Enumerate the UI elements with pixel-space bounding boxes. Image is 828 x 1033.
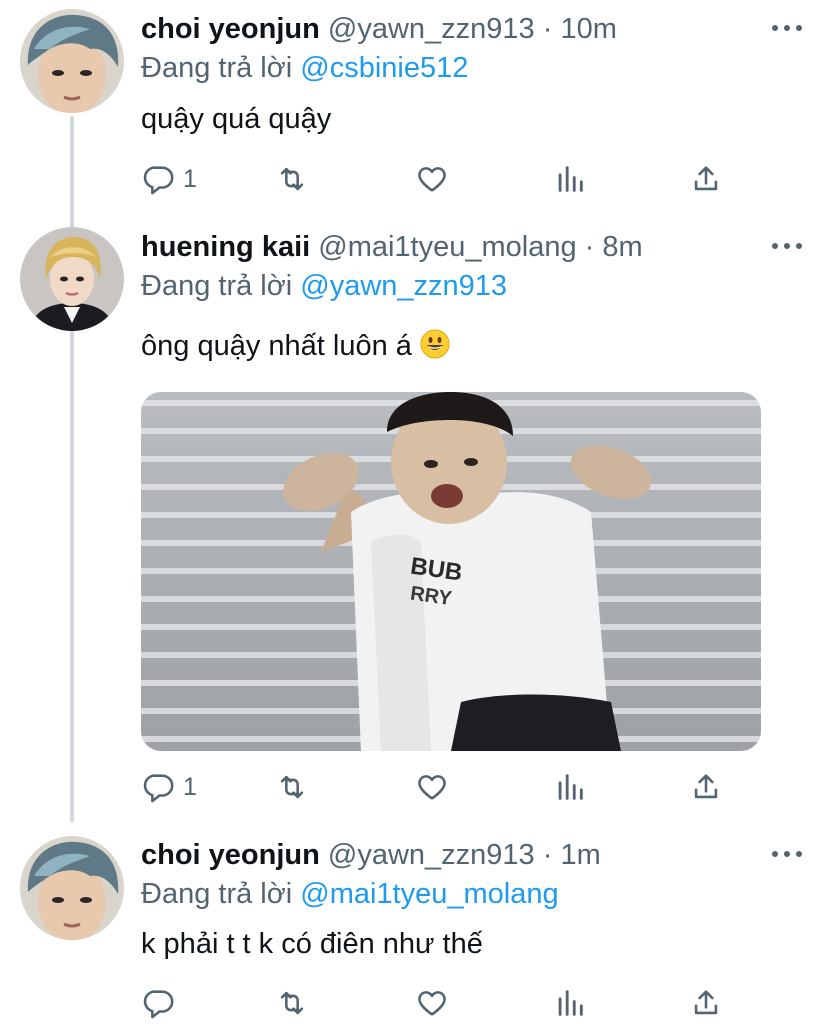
- like-icon: [418, 775, 446, 800]
- timestamp[interactable]: 1m: [560, 839, 600, 871]
- user-handle[interactable]: @yawn_zzn913: [328, 839, 535, 871]
- share-icon: [694, 166, 718, 191]
- share-button[interactable]: [689, 767, 723, 807]
- tweet-header: choi yeonjun @yawn_zzn913 · 1m: [141, 837, 601, 873]
- thread-line: [70, 116, 74, 822]
- share-icon: [694, 774, 718, 799]
- tweet-actions: [141, 983, 781, 1023]
- reply-button[interactable]: 1: [141, 159, 197, 199]
- retweet-button[interactable]: [275, 159, 309, 199]
- stats-icon: [558, 774, 583, 800]
- reply-count: 1: [183, 772, 197, 801]
- retweet-icon: [280, 775, 304, 799]
- stats-button[interactable]: [553, 767, 587, 807]
- tweet-text: ông quậy nhất luôn á: [141, 330, 412, 362]
- user-handle[interactable]: @yawn_zzn913: [328, 13, 535, 45]
- tweet-text-container: ông quậy nhất luôn á: [141, 328, 450, 364]
- retweet-icon: [280, 167, 304, 191]
- stats-icon: [558, 990, 583, 1016]
- grinning-face-emoji: [420, 329, 450, 359]
- tweet-actions: 1: [141, 159, 781, 199]
- replying-to: Đang trả lời @yawn_zzn913: [141, 268, 507, 304]
- stats-button[interactable]: [553, 983, 587, 1023]
- like-button[interactable]: [415, 983, 449, 1023]
- tweet-text: quậy quá quậy: [141, 103, 332, 135]
- more-icon[interactable]: [770, 20, 804, 36]
- timestamp[interactable]: 10m: [560, 13, 616, 45]
- tweet-actions: 1: [141, 767, 781, 807]
- replying-to: Đang trả lời @mai1tyeu_molang: [141, 876, 559, 912]
- like-button[interactable]: [415, 159, 449, 199]
- separator-dot: ·: [542, 839, 553, 871]
- reply-prefix: Đang trả lời: [141, 270, 293, 302]
- mention-link[interactable]: @mai1tyeu_molang: [300, 878, 558, 910]
- share-button[interactable]: [689, 159, 723, 199]
- reply-icon: [143, 166, 174, 195]
- more-icon[interactable]: [770, 846, 804, 862]
- reply-count: 1: [183, 164, 197, 193]
- avatar-image: [20, 227, 124, 331]
- reply-prefix: Đang trả lời: [141, 878, 293, 910]
- stats-button[interactable]: [553, 159, 587, 199]
- stats-icon: [558, 166, 583, 192]
- media-photo: BUB RRY: [141, 392, 761, 751]
- separator-dot: ·: [584, 231, 595, 263]
- separator-dot: ·: [542, 13, 553, 45]
- tweet-header: huening kaii @mai1tyeu_molang · 8m: [141, 229, 643, 265]
- mention-link[interactable]: @yawn_zzn913: [300, 270, 507, 302]
- reply-button[interactable]: [141, 983, 183, 1023]
- avatar-image: [20, 836, 124, 940]
- display-name[interactable]: huening kaii: [141, 231, 310, 263]
- timestamp[interactable]: 8m: [602, 231, 642, 263]
- reply-icon: [143, 990, 174, 1019]
- reply-button[interactable]: 1: [141, 767, 197, 807]
- avatar-image: [20, 9, 124, 113]
- share-icon: [694, 990, 718, 1015]
- like-icon: [418, 991, 446, 1016]
- retweet-button[interactable]: [275, 767, 309, 807]
- mention-link[interactable]: @csbinie512: [300, 52, 468, 84]
- avatar[interactable]: [20, 227, 124, 331]
- tweet-media-image[interactable]: BUB RRY: [141, 392, 761, 751]
- retweet-button[interactable]: [275, 983, 309, 1023]
- user-handle[interactable]: @mai1tyeu_molang: [318, 231, 576, 263]
- more-icon[interactable]: [770, 238, 804, 254]
- tweet-header: choi yeonjun @yawn_zzn913 · 10m: [141, 11, 617, 47]
- reply-icon: [143, 774, 174, 803]
- display-name[interactable]: choi yeonjun: [141, 839, 320, 871]
- reply-prefix: Đang trả lời: [141, 52, 293, 84]
- tweet-text: k phải t t k có điên như thế: [141, 928, 483, 960]
- like-icon: [418, 167, 446, 192]
- avatar[interactable]: [20, 9, 124, 113]
- replying-to: Đang trả lời @csbinie512: [141, 50, 468, 86]
- retweet-icon: [280, 991, 304, 1015]
- display-name[interactable]: choi yeonjun: [141, 13, 320, 45]
- avatar[interactable]: [20, 836, 124, 940]
- like-button[interactable]: [415, 767, 449, 807]
- share-button[interactable]: [689, 983, 723, 1023]
